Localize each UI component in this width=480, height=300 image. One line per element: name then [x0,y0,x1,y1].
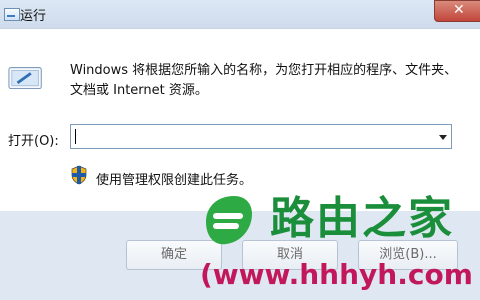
watermark-text: 路由之家 [270,193,454,244]
admin-note: 使用管理权限创建此任务。 [96,173,253,188]
open-label: 打开(O): [8,134,59,149]
window-title: 运行 [20,9,47,24]
open-combobox[interactable] [70,124,452,149]
close-button[interactable]: ✕ [434,0,480,22]
run-icon [8,67,42,90]
run-icon [4,8,20,21]
text-caret [75,129,76,144]
watermark-logo [206,196,252,245]
title-bar: 运行 ✕ [0,0,480,28]
close-icon: ✕ [453,2,465,18]
watermark-url: (www.hhhyh.com [200,258,473,291]
description-text: Windows 将根据您所输入的名称，为您打开相应的程序、文件夹、文档或 Int… [70,63,458,98]
chevron-down-icon[interactable] [439,135,447,140]
shield-icon [71,165,87,185]
